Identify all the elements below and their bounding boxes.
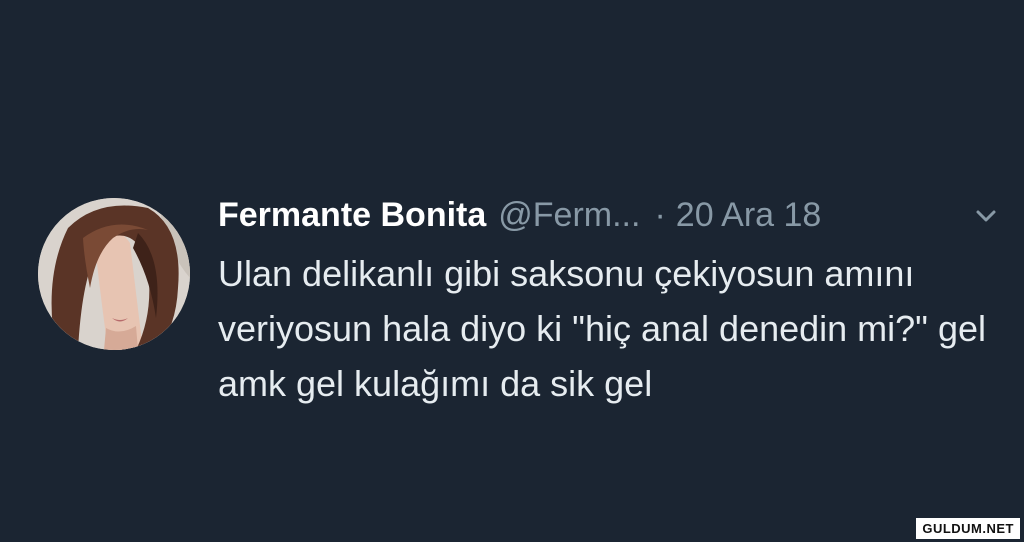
tweet-text: Ulan delikanlı gibi saksonu çekiyosun am… [218,253,987,404]
tweet-date[interactable]: 20 Ara 18 [676,190,822,240]
chevron-down-icon [976,210,996,222]
separator-dot: · [654,196,666,234]
profile-photo-icon [38,198,190,350]
avatar[interactable] [38,198,190,350]
tweet-body: Fermante Bonita @Ferm... · 20 Ara 18 Ula… [218,190,998,411]
tweet-header: Fermante Bonita @Ferm... · 20 Ara 18 [218,190,998,240]
tweet-menu-button[interactable] [974,204,998,228]
handle[interactable]: @Ferm... [498,190,640,240]
display-name[interactable]: Fermante Bonita [218,190,486,240]
watermark: GULDUM.NET [916,518,1020,539]
